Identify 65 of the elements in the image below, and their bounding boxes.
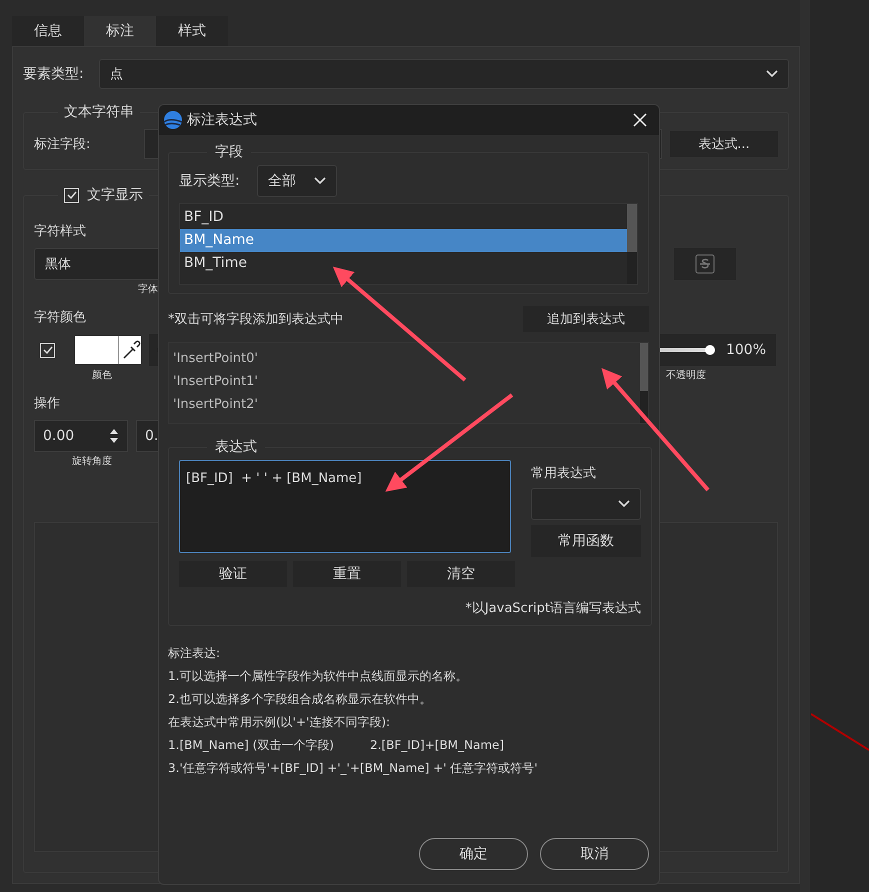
spin-arrows-icon — [109, 427, 119, 445]
expression-field[interactable]: [BF_ID] + ' ' + [BM_Name] — [179, 460, 511, 553]
app-logo-icon — [163, 110, 183, 130]
opacity-reading: 100% — [726, 342, 766, 358]
field-list-item[interactable]: BM_Time — [180, 252, 627, 275]
operation-label: 操作 — [34, 395, 60, 412]
char-color-label: 字符颜色 — [34, 309, 86, 326]
help-text: 在表达式中常用示例(以'+'连接不同字段): — [168, 714, 392, 731]
display-type-select[interactable]: 全部 — [257, 165, 337, 197]
scrollbar[interactable] — [640, 343, 648, 423]
check-icon — [66, 191, 76, 199]
element-type-label: 要素类型: — [23, 65, 85, 83]
value-list-item[interactable]: 'InsertPoint2' — [173, 393, 640, 416]
color-swatch[interactable] — [75, 336, 118, 364]
help-example: 2.[BF_ID]+[BM_Name] — [370, 737, 504, 754]
color-caption: 颜色 — [92, 368, 112, 382]
field-list-item[interactable]: BM_Name — [180, 229, 627, 252]
help-example: 3.'任意字符或符号'+[BF_ID] +'_'+[BM_Name] +' 任意字符或符号' — [168, 760, 539, 777]
help-text: 2.也可以选择多个字段组合成名称显示在软件中。 — [168, 691, 432, 708]
common-expression-label: 常用表达式 — [531, 465, 597, 482]
expression-button[interactable]: 表达式... — [670, 131, 778, 157]
value-list-item[interactable]: 'InsertPoint1' — [173, 370, 640, 393]
group-title: 表达式 — [214, 438, 258, 456]
eyedropper-icon[interactable] — [118, 336, 141, 364]
label-field-label: 标注字段: — [34, 136, 92, 153]
expression-action-button[interactable]: 验证 — [179, 561, 287, 587]
char-style-label: 字符样式 — [34, 223, 86, 240]
hint-text: *双击可将字段添加到表达式中 — [168, 311, 344, 328]
map-line — [811, 712, 869, 752]
color-checkbox[interactable] — [40, 342, 55, 358]
check-icon — [42, 346, 52, 354]
display-type-label: 显示类型: — [179, 172, 241, 190]
expression-action-button[interactable]: 清空 — [407, 561, 515, 587]
text-display-checkbox[interactable] — [64, 188, 79, 202]
cancel-button[interactable]: 取消 — [540, 838, 649, 870]
dialog-title: 标注表达式 — [187, 111, 257, 129]
strikethrough-button[interactable] — [674, 248, 736, 280]
note-text: *以JavaScript语言编写表达式 — [464, 600, 641, 617]
chevron-down-icon — [618, 500, 630, 508]
strikethrough-icon — [695, 254, 715, 274]
append-button[interactable]: 追加到表达式 — [523, 306, 649, 332]
opacity-caption: 不透明度 — [666, 368, 706, 382]
chevron-down-icon — [766, 70, 778, 78]
rotation-spinbox[interactable]: 0.00 — [34, 420, 128, 452]
help-text: 1.可以选择一个属性字段作为软件中点线面显示的名称。 — [168, 668, 468, 685]
tab[interactable]: 信息 — [12, 16, 84, 46]
group-title: 文字显示 — [87, 186, 143, 204]
help-title: 标注表达: — [168, 645, 222, 662]
scrollbar[interactable] — [627, 204, 637, 284]
help-example: 1.[BM_Name] (双击一个字段) — [168, 737, 334, 754]
tab[interactable]: 样式 — [156, 16, 228, 46]
expression-action-button[interactable]: 重置 — [293, 561, 401, 587]
ok-button[interactable]: 确定 — [419, 838, 528, 870]
rotation-caption: 旋转角度 — [72, 454, 112, 468]
slider-thumb[interactable] — [704, 345, 715, 355]
value-list-item[interactable]: 'InsertPoint0' — [173, 347, 640, 370]
chevron-down-icon — [314, 177, 326, 185]
element-type-select[interactable]: 点 — [99, 59, 789, 89]
group-title: 文本字符串 — [63, 103, 135, 121]
font-caption: 字体 — [138, 282, 158, 296]
group-title: 字段 — [214, 143, 244, 161]
close-icon[interactable] — [633, 113, 647, 127]
tab[interactable]: 标注 — [84, 16, 156, 46]
common-functions-button[interactable]: 常用函数 — [531, 525, 641, 557]
field-list-item[interactable]: BF_ID — [180, 206, 627, 229]
